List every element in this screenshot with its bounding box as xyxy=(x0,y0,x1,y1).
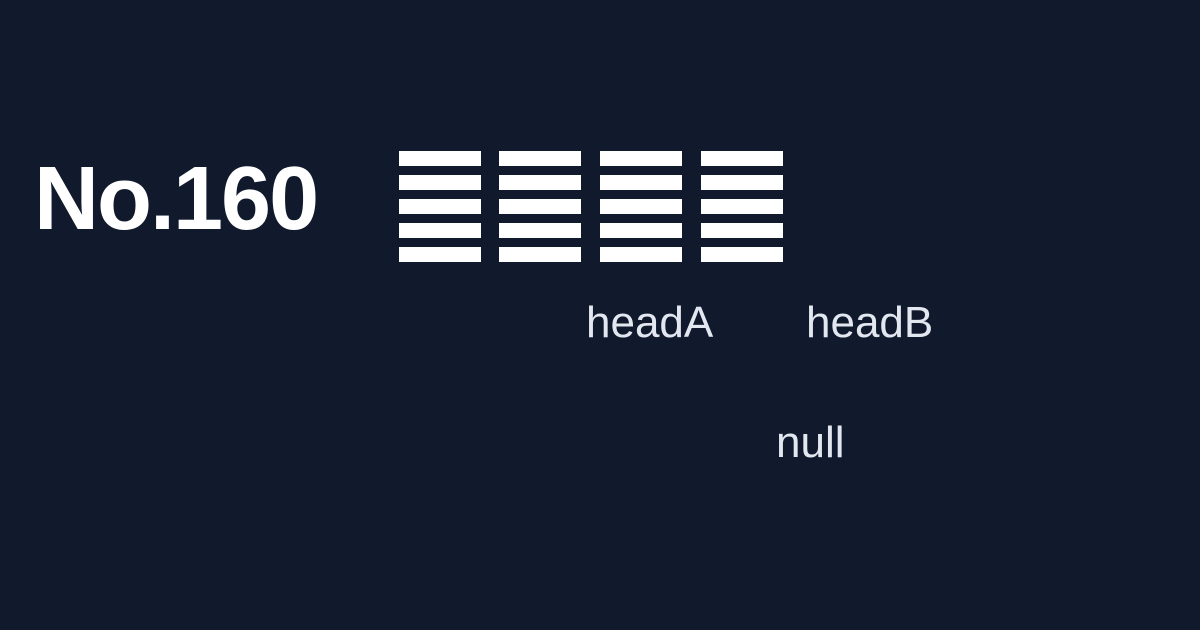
glyph-4-bar-3 xyxy=(701,199,783,214)
glyph-2-bar-2 xyxy=(499,175,581,190)
glyph-1-bar-2 xyxy=(399,175,481,190)
glyph-4-bar-1 xyxy=(701,151,783,166)
glyph-1-bar-4 xyxy=(399,223,481,238)
glyph-2-bar-5 xyxy=(499,247,581,262)
glyph-1-bar-5 xyxy=(399,247,481,262)
glyph-2-bar-3 xyxy=(499,199,581,214)
striped-glyph-3 xyxy=(600,151,682,264)
glyph-2-bar-1 xyxy=(499,151,581,166)
glyph-1-bar-3 xyxy=(399,199,481,214)
striped-glyph-2 xyxy=(499,151,581,264)
glyph-3-bar-4 xyxy=(600,223,682,238)
striped-glyph-1 xyxy=(399,151,481,264)
glyph-3-bar-1 xyxy=(600,151,682,166)
glyph-3-bar-3 xyxy=(600,199,682,214)
label-null: null xyxy=(776,418,845,467)
glyph-1-bar-1 xyxy=(399,151,481,166)
glyph-4-bar-4 xyxy=(701,223,783,238)
label-headB: headB xyxy=(806,298,934,347)
striped-glyph-4 xyxy=(701,151,783,264)
glyph-3-bar-5 xyxy=(600,247,682,262)
glyph-4-bar-5 xyxy=(701,247,783,262)
problem-number-title: No.160 xyxy=(34,149,319,249)
label-headA: headA xyxy=(586,298,714,347)
glyph-2-bar-4 xyxy=(499,223,581,238)
glyph-4-bar-2 xyxy=(701,175,783,190)
canvas: No.160 headA headB null xyxy=(0,0,1200,630)
glyph-3-bar-2 xyxy=(600,175,682,190)
